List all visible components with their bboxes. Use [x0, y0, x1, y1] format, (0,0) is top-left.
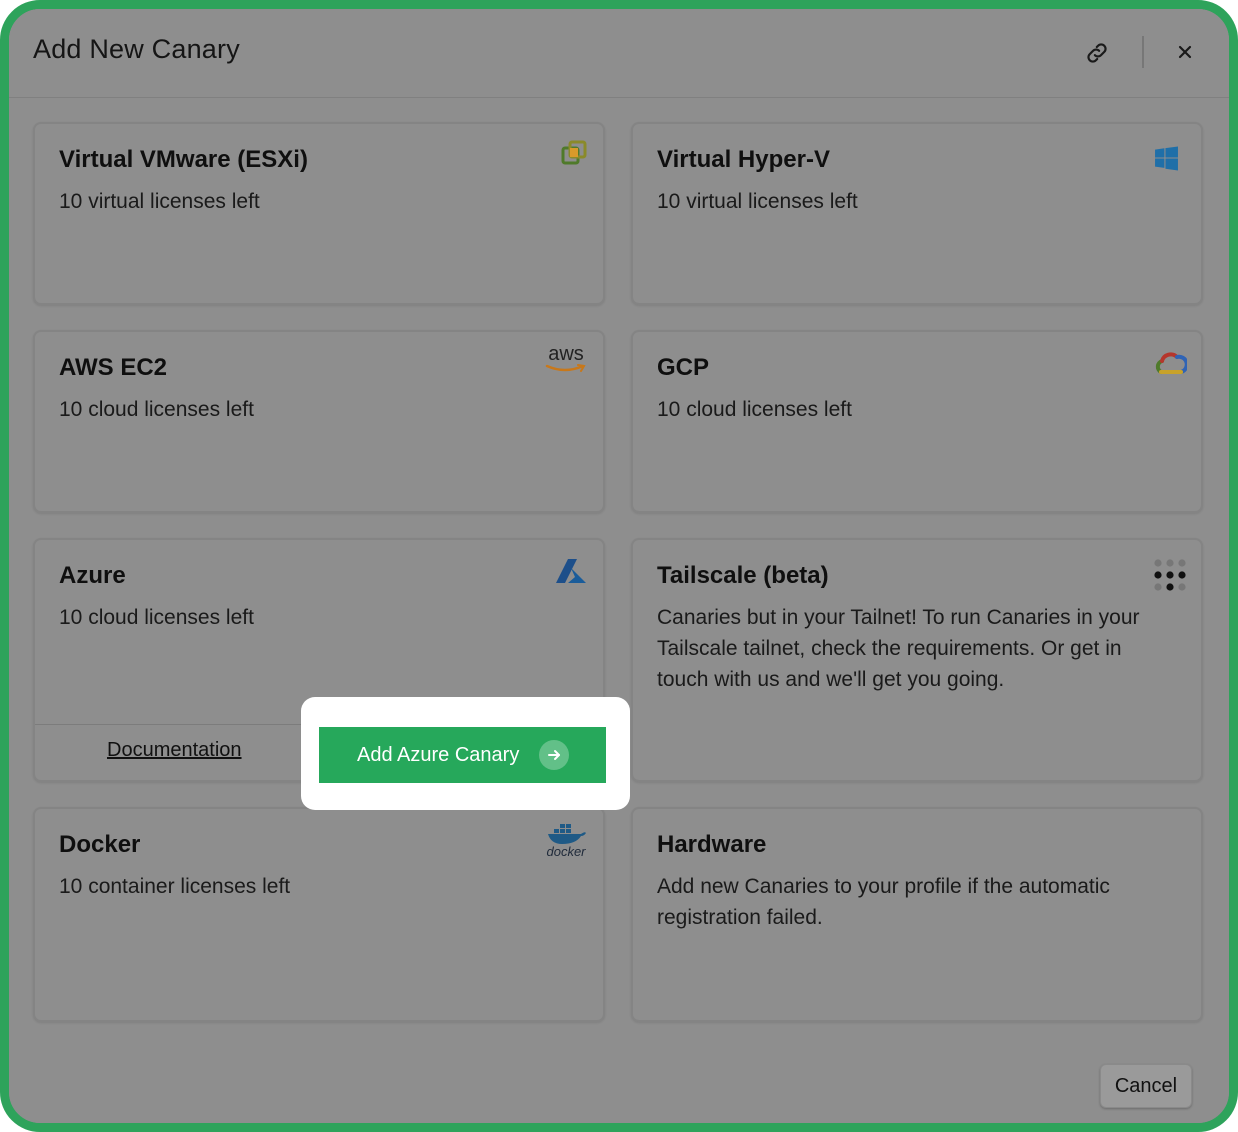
add-azure-canary-button[interactable]: Add Azure Canary	[319, 727, 606, 783]
card-description: 10 cloud licenses left	[657, 398, 852, 421]
card-description: 10 virtual licenses left	[657, 190, 858, 213]
card-description: 10 cloud licenses left	[59, 398, 254, 421]
modal-header: Add New Canary	[9, 9, 1229, 98]
card-hardware[interactable]: Hardware Add new Canaries to your profil…	[631, 807, 1203, 1022]
card-description: Add new Canaries to your profile if the …	[657, 875, 1110, 929]
google-cloud-icon	[1153, 350, 1189, 383]
windows-icon	[1154, 146, 1179, 176]
docker-icon: docker	[545, 821, 587, 858]
card-gcp[interactable]: GCP 10 cloud licenses left	[631, 330, 1203, 513]
add-azure-canary-label: Add Azure Canary	[357, 743, 520, 766]
card-title: AWS EC2	[59, 354, 168, 381]
arrow-right-icon	[539, 740, 569, 770]
card-title: GCP	[657, 354, 710, 381]
card-docker[interactable]: Docker 10 container licenses left docker	[33, 807, 605, 1022]
aws-icon: aws	[545, 344, 587, 374]
window-frame: Add New Canary Virtual VMware (ESXi) 10 …	[0, 0, 1238, 1132]
link-icon[interactable]	[1081, 37, 1113, 69]
card-description: 10 container licenses left	[59, 875, 291, 898]
documentation-link[interactable]: Documentation	[107, 739, 242, 762]
azure-icon	[555, 558, 587, 589]
vmware-icon	[561, 140, 587, 171]
card-title: Virtual VMware (ESXi)	[59, 146, 308, 173]
aws-logo-text: aws	[548, 343, 584, 365]
card-tailscale[interactable]: Tailscale (beta) Canaries but in your Ta…	[631, 538, 1203, 782]
card-title: Tailscale (beta)	[657, 562, 829, 589]
header-divider	[1142, 36, 1144, 68]
cancel-button[interactable]: Cancel	[1100, 1064, 1192, 1108]
card-title: Azure	[59, 562, 126, 589]
card-aws-ec2[interactable]: AWS EC2 10 cloud licenses left aws	[33, 330, 605, 513]
card-vmware[interactable]: Virtual VMware (ESXi) 10 virtual license…	[33, 122, 605, 305]
docker-logo-text: docker	[546, 844, 586, 859]
card-title: Hardware	[657, 831, 767, 858]
tailscale-icon	[1153, 558, 1187, 597]
card-description: 10 cloud licenses left	[59, 606, 254, 629]
modal-title: Add New Canary	[33, 34, 240, 64]
card-hyper-v[interactable]: Virtual Hyper-V 10 virtual licenses left	[631, 122, 1203, 305]
close-icon[interactable]	[1169, 36, 1201, 68]
card-title: Virtual Hyper-V	[657, 146, 830, 173]
card-description: Canaries but in your Tailnet! To run Can…	[657, 606, 1140, 691]
card-description: 10 virtual licenses left	[59, 190, 260, 213]
card-title: Docker	[59, 831, 141, 858]
add-canary-modal: Add New Canary Virtual VMware (ESXi) 10 …	[9, 9, 1229, 1123]
